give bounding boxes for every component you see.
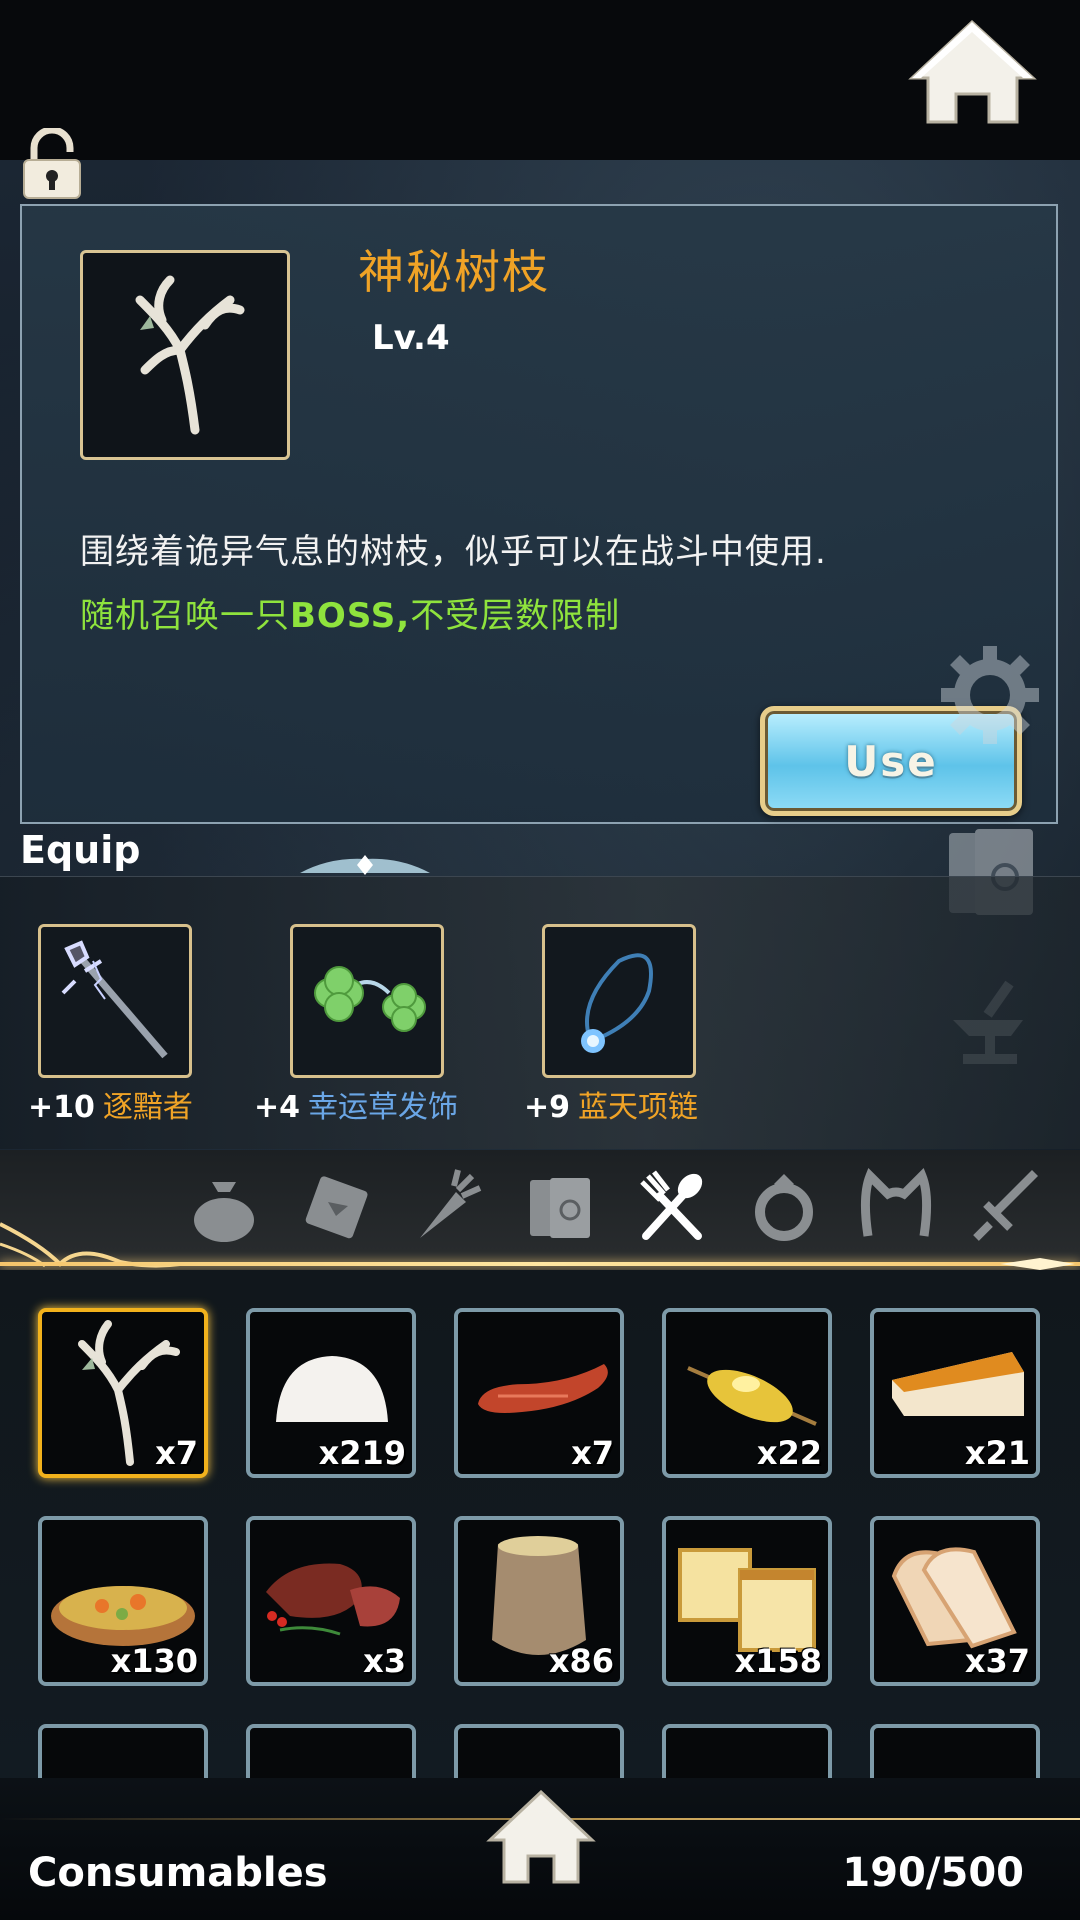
effect-suffix: 不受层数限制: [410, 596, 621, 636]
equip-name: 蓝天项链: [578, 1090, 699, 1125]
inventory-capacity: 190/500: [842, 1850, 1024, 1896]
inventory-slot[interactable]: x219: [246, 1308, 416, 1478]
tab-scroll[interactable]: [292, 1162, 380, 1250]
equip-name: 逐黯者: [102, 1090, 193, 1125]
item-detail-frame: [80, 250, 290, 460]
item-effect: 随机召唤一只BOSS,不受层数限制: [80, 588, 620, 637]
item-name: 神秘树枝: [358, 245, 550, 299]
tab-books[interactable]: [516, 1162, 604, 1250]
inventory-slot[interactable]: x3: [246, 1516, 416, 1686]
item-quantity: x37: [964, 1642, 1030, 1680]
use-button-label: Use: [844, 736, 938, 786]
inventory-slot[interactable]: [870, 1724, 1040, 1780]
inventory-slot[interactable]: [662, 1724, 832, 1780]
item-quantity: x130: [110, 1642, 198, 1680]
item-quantity: x7: [155, 1434, 198, 1472]
necklace-icon: [581, 953, 653, 1053]
equip-slot-weapon[interactable]: [38, 924, 192, 1078]
item-quantity: x21: [964, 1434, 1030, 1472]
inventory-slot[interactable]: x37: [870, 1516, 1040, 1686]
inventory-slot[interactable]: x7: [38, 1308, 208, 1478]
tab-ingredients[interactable]: [404, 1162, 492, 1250]
carrot-icon: [420, 1169, 482, 1238]
cat-ears-icon: [860, 1167, 932, 1237]
inventory-slot[interactable]: x7: [454, 1308, 624, 1478]
utensils-icon: [640, 1170, 703, 1240]
inventory-slot[interactable]: [38, 1724, 208, 1780]
item-detail-panel: 神秘树枝 Lv.4 围绕着诡异气息的树枝，似乎可以在战斗中使用. 随机召唤一只B…: [20, 204, 1058, 824]
gear-icon[interactable]: [935, 640, 1045, 750]
inventory-slot[interactable]: x130: [38, 1516, 208, 1686]
inventory-slot[interactable]: x158: [662, 1516, 832, 1686]
clover-icon: [314, 966, 426, 1032]
home-icon[interactable]: [486, 1790, 596, 1886]
item-quantity: x7: [571, 1434, 614, 1472]
inventory-grid: x7 x219 x7 x22 x21 x130 x3 x86 x158 x37: [0, 1270, 1080, 1780]
item-description: 围绕着诡异气息的树枝，似乎可以在战斗中使用.: [80, 532, 827, 572]
tab-rings[interactable]: [740, 1162, 828, 1250]
effect-boss: BOSS,: [290, 596, 411, 636]
equip-level: +4: [254, 1090, 301, 1125]
ornament-icon: [300, 855, 430, 875]
item-quantity: x22: [756, 1434, 822, 1472]
equip-level: +10: [28, 1090, 95, 1125]
tab-weapons[interactable]: [964, 1162, 1052, 1250]
home-icon[interactable]: [905, 18, 1040, 130]
inventory-slot[interactable]: x21: [870, 1308, 1040, 1478]
equip-label-weapon: +10 逐黯者: [28, 1082, 193, 1126]
inventory-slot[interactable]: [246, 1724, 416, 1780]
item-level: Lv.4: [372, 318, 450, 358]
item-quantity: x158: [734, 1642, 822, 1680]
scroll-icon: [305, 1176, 368, 1239]
staff-icon: [61, 940, 168, 1059]
effect-prefix: 随机召唤一只: [80, 596, 290, 636]
equip-slot-accessory[interactable]: [290, 924, 444, 1078]
item-quantity: x219: [318, 1434, 406, 1472]
equip-name: 幸运草发饰: [308, 1090, 459, 1125]
equip-label-necklace: +9 蓝天项链: [524, 1082, 698, 1126]
bag-icon: [194, 1182, 254, 1242]
branch-icon: [135, 275, 245, 435]
inventory-slot[interactable]: [454, 1724, 624, 1780]
tab-bag[interactable]: [180, 1162, 268, 1250]
ring-icon: [755, 1174, 813, 1241]
equip-level: +9: [524, 1090, 571, 1125]
tab-ornament-icon: [0, 1222, 180, 1268]
equip-label-accessory: +4 幸运草发饰: [254, 1082, 458, 1126]
item-quantity: x3: [363, 1642, 406, 1680]
tab-consumables[interactable]: [628, 1162, 716, 1250]
equip-title: Equip: [20, 828, 141, 872]
inventory-slot[interactable]: x22: [662, 1308, 832, 1478]
tab-headwear[interactable]: [852, 1162, 940, 1250]
equip-slot-necklace[interactable]: [542, 924, 696, 1078]
unlock-icon[interactable]: [20, 128, 84, 202]
inventory-slot[interactable]: x86: [454, 1516, 624, 1686]
sword-icon: [973, 1170, 1038, 1241]
item-quantity: x86: [548, 1642, 614, 1680]
book-icon: [530, 1178, 590, 1238]
tab-underline: [0, 1262, 1080, 1266]
category-title: Consumables: [28, 1850, 328, 1896]
